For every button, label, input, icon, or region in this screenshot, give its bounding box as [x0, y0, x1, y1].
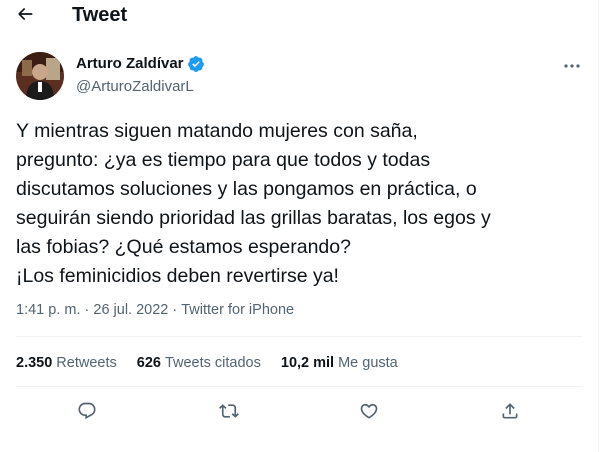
retweets-label: Retweets	[56, 355, 117, 371]
quotes-stat[interactable]: 626 Tweets citados	[137, 354, 261, 372]
tweet-stats: 2.350 Retweets 626 Tweets citados 10,2 m…	[16, 354, 418, 372]
retweets-stat[interactable]: 2.350 Retweets	[16, 354, 117, 372]
quotes-label: Tweets citados	[164, 355, 261, 371]
likes-count: 10,2 mil	[280, 355, 335, 371]
tweet-meta: 1:41 p. m. · 26 jul. 2022 · Twitter for …	[16, 301, 294, 319]
divider	[16, 386, 582, 387]
more-horizontal-icon	[563, 56, 581, 74]
share-icon	[500, 401, 520, 426]
meta-separator: ·	[80, 302, 94, 318]
tweet-date[interactable]: 26 jul. 2022	[93, 301, 168, 319]
tweet-time[interactable]: 1:41 p. m.	[16, 301, 80, 319]
tweet-actions	[0, 398, 598, 428]
author-handle[interactable]: @ArturoZaldivarL	[76, 78, 194, 96]
retweets-count: 2.350	[16, 355, 53, 371]
likes-label: Me gusta	[338, 355, 398, 371]
tweet-detail-view: Tweet Arturo Zaldívar @ArturoZaldivarL Y…	[0, 0, 598, 452]
reply-button[interactable]	[72, 398, 102, 428]
author-name[interactable]: Arturo Zaldívar	[76, 55, 184, 73]
author-name-row: Arturo Zaldívar	[76, 55, 205, 73]
reply-icon	[77, 401, 97, 426]
page-header: Tweet	[0, 0, 598, 30]
divider	[16, 336, 582, 337]
tweet-source[interactable]: Twitter for iPhone	[181, 301, 294, 319]
scrollbar-track[interactable]	[599, 0, 615, 452]
like-button[interactable]	[354, 398, 384, 428]
retweet-button[interactable]	[214, 398, 244, 428]
avatar[interactable]	[16, 52, 64, 100]
meta-separator: ·	[168, 302, 182, 318]
share-button[interactable]	[495, 398, 525, 428]
page-title: Tweet	[72, 4, 128, 26]
arrow-left-icon	[15, 4, 35, 29]
retweet-icon	[219, 401, 239, 426]
likes-stat[interactable]: 10,2 mil Me gusta	[281, 354, 398, 372]
more-options-button[interactable]	[560, 55, 584, 75]
tweet-text: Y mientras siguen matando mujeres con sa…	[16, 120, 491, 287]
like-icon	[359, 401, 379, 426]
back-button[interactable]	[12, 3, 38, 29]
quotes-count: 626	[136, 355, 161, 371]
avatar-image	[16, 52, 64, 100]
verified-badge-icon	[187, 55, 205, 73]
